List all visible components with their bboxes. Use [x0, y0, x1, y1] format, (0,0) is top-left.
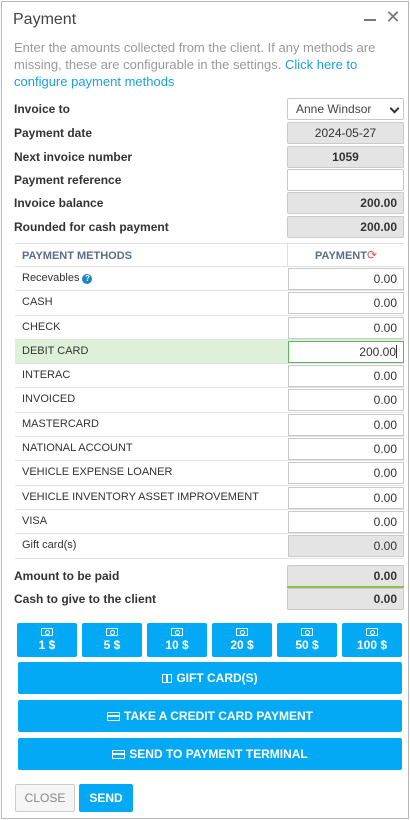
- money-icon: [301, 628, 313, 636]
- gift-cards-button[interactable]: GIFT CARD(S): [18, 662, 402, 694]
- info-icon[interactable]: ?: [82, 274, 93, 284]
- cash-1-button[interactable]: 1 $: [17, 623, 77, 657]
- method-label: Gift card(s): [22, 539, 77, 552]
- header-payment: PAYMENT: [315, 250, 367, 262]
- close-icon[interactable]: ✕: [384, 8, 402, 26]
- title-bar: Payment ✕: [2, 2, 408, 36]
- header-divider: [287, 244, 288, 267]
- cash-50-button[interactable]: 50 $: [277, 623, 337, 657]
- invoice-balance-field: 200.00: [287, 192, 404, 214]
- payment-date-field: 2024-05-27: [287, 122, 404, 144]
- amount-to-pay-label: Amount to be paid: [14, 569, 120, 583]
- table-row-recevables: Recevables? 0.00: [15, 267, 404, 292]
- credit-card-payment-button[interactable]: TAKE A CREDIT CARD PAYMENT: [18, 700, 402, 732]
- gift-icon: [162, 674, 173, 683]
- payment-date-row: Payment date 2024-05-27: [14, 122, 404, 144]
- method-label: CASH: [22, 296, 53, 309]
- payment-date-label: Payment date: [14, 126, 93, 140]
- invoice-to-value: Anne Windsor: [296, 102, 372, 116]
- table-row-vehicle-expense-loaner: VEHICLE EXPENSE LOANER 0.00: [15, 461, 404, 486]
- amount-input[interactable]: 0.00: [288, 389, 404, 412]
- minimize-icon[interactable]: [362, 10, 378, 26]
- refresh-icon[interactable]: ⟳: [367, 248, 377, 262]
- rounded-cash-field: 200.00: [287, 216, 404, 238]
- cash-100-button[interactable]: 100 $: [342, 623, 402, 657]
- cash-20-button[interactable]: 20 $: [212, 623, 272, 657]
- rounded-cash-row: Rounded for cash payment 200.00: [14, 216, 404, 238]
- table-row-debit-card: DEBIT CARD 200.00: [15, 339, 404, 365]
- amount-input[interactable]: 0.00: [288, 316, 404, 339]
- cash-5-button[interactable]: 5 $: [82, 623, 142, 657]
- money-icon: [171, 628, 183, 636]
- method-label: MASTERCARD: [22, 417, 100, 430]
- method-label: NATIONAL ACCOUNT: [22, 442, 133, 455]
- table-header: PAYMENT METHODS PAYMENT ⟳: [15, 243, 404, 267]
- credit-card-icon: [107, 712, 121, 721]
- payment-methods-table: PAYMENT METHODS PAYMENT ⟳ Recevables? 0.…: [15, 243, 404, 559]
- send-to-terminal-button[interactable]: SEND TO PAYMENT TERMINAL: [18, 738, 402, 770]
- method-label: VEHICLE INVENTORY ASSET IMPROVEMENT: [22, 490, 259, 503]
- chevron-down-icon: [389, 103, 400, 114]
- table-row-vehicle-inventory-asset-improvement: VEHICLE INVENTORY ASSET IMPROVEMENT 0.00: [15, 486, 404, 510]
- invoice-to-row: Invoice to Anne Windsor: [14, 98, 404, 120]
- payment-dialog: Payment ✕ Enter the amounts collected fr…: [1, 1, 409, 819]
- next-invoice-number-field: 1059: [287, 146, 404, 168]
- amount-input[interactable]: 0.00: [288, 268, 404, 290]
- invoice-balance-row: Invoice balance 200.00: [14, 192, 404, 214]
- method-label: DEBIT CARD: [22, 344, 89, 357]
- invoice-balance-label: Invoice balance: [14, 196, 104, 210]
- money-icon: [366, 628, 378, 636]
- amount-input[interactable]: 0.00: [288, 486, 404, 509]
- amount-input[interactable]: 200.00: [288, 340, 404, 363]
- cash-to-give-field: 0.00: [287, 588, 404, 610]
- table-row-cash: CASH 0.00: [15, 291, 404, 316]
- cash-to-give-row: Cash to give to the client 0.00: [14, 588, 404, 610]
- amount-to-pay-field: 0.00: [287, 565, 404, 587]
- rounded-cash-label: Rounded for cash payment: [14, 220, 169, 234]
- payment-reference-row: Payment reference: [14, 169, 404, 191]
- money-icon: [106, 628, 118, 636]
- money-icon: [41, 628, 53, 636]
- cash-10-button[interactable]: 10 $: [147, 623, 207, 657]
- amount-input[interactable]: 0.00: [288, 365, 404, 388]
- table-row-invoiced: INVOICED 0.00: [15, 388, 404, 413]
- table-row-check: CHECK 0.00: [15, 316, 404, 340]
- amount-to-pay-row: Amount to be paid 0.00: [14, 565, 404, 588]
- money-icon: [236, 628, 248, 636]
- payment-reference-input[interactable]: [287, 169, 404, 191]
- amount-input[interactable]: 0.00: [288, 292, 404, 315]
- send-button[interactable]: SEND: [79, 784, 133, 812]
- method-label: VISA: [22, 514, 48, 527]
- amount-readonly: 0.00: [288, 535, 404, 558]
- method-label: INVOICED: [22, 393, 76, 406]
- table-row-visa: VISA 0.00: [15, 510, 404, 535]
- next-invoice-number-row: Next invoice number 1059: [14, 146, 404, 168]
- cash-to-give-label: Cash to give to the client: [14, 592, 157, 606]
- amount-input[interactable]: 0.00: [288, 510, 404, 533]
- invoice-to-label: Invoice to: [14, 102, 71, 116]
- dialog-title: Payment: [13, 11, 77, 28]
- method-label: CHECK: [22, 320, 61, 333]
- method-label: VEHICLE EXPENSE LOANER: [22, 466, 173, 479]
- invoice-to-select[interactable]: Anne Windsor: [287, 98, 404, 120]
- amount-input[interactable]: 0.00: [288, 413, 404, 436]
- method-label: INTERAC: [22, 369, 71, 382]
- table-row-mastercard: MASTERCARD 0.00: [15, 413, 404, 438]
- text-caret: [396, 344, 397, 358]
- method-label: Recevables?: [22, 272, 93, 284]
- amount-input[interactable]: 0.00: [288, 438, 404, 461]
- payment-reference-label: Payment reference: [14, 173, 122, 187]
- amount-input[interactable]: 0.00: [288, 462, 404, 485]
- header-payment-methods: PAYMENT METHODS: [22, 250, 133, 262]
- credit-card-icon: [112, 750, 126, 759]
- table-row-interac: INTERAC 0.00: [15, 364, 404, 389]
- table-row-gift-cards: Gift card(s) 0.00: [15, 534, 404, 559]
- intro-text: Enter the amounts collected from the cli…: [14, 39, 399, 90]
- table-row-national-account: NATIONAL ACCOUNT 0.00: [15, 437, 404, 462]
- next-invoice-number-label: Next invoice number: [14, 150, 133, 164]
- close-button[interactable]: CLOSE: [15, 784, 75, 812]
